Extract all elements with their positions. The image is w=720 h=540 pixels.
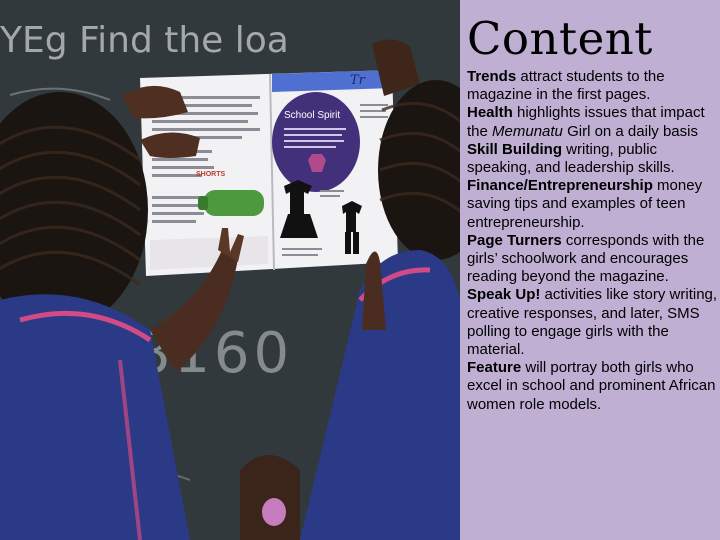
magazine-tab: Tr xyxy=(350,73,366,88)
item-term: Trends xyxy=(467,68,517,85)
magazine-heading: School Spirit xyxy=(284,110,340,121)
list-item-finance: Finance/Entrepreneurship money saving ti… xyxy=(467,177,719,232)
list-item-page-turners: Page Turners corresponds with the girls’… xyxy=(467,232,719,287)
bottle-image xyxy=(204,190,264,216)
list-item-speak-up: Speak Up! activities like story writing,… xyxy=(467,286,719,359)
content-list: Trends attract students to the magazine … xyxy=(467,68,719,414)
slide-title: Content xyxy=(467,12,653,65)
item-term: Finance/Entrepreneurship xyxy=(467,177,653,195)
list-item-skill-building: Skill Building writing, public speaking,… xyxy=(467,141,719,177)
item-description: Girl on a daily basis xyxy=(562,122,698,140)
list-item-feature: Feature will portray both girls who exce… xyxy=(467,359,719,414)
item-emphasis: Memunatu xyxy=(492,122,563,140)
item-term: Page Turners xyxy=(467,231,562,249)
chalk-text-top: YEg Find the loa xyxy=(0,20,289,61)
classroom-photo: YEg Find the loa 78160 SHORTS xyxy=(0,0,460,540)
item-term: Skill Building xyxy=(467,140,563,158)
item-term: Health xyxy=(467,104,513,122)
slide: YEg Find the loa 78160 SHORTS xyxy=(0,0,720,540)
magazine-label: SHORTS xyxy=(196,171,226,178)
item-term: Feature xyxy=(467,359,522,377)
item-term: Speak Up! xyxy=(467,286,541,304)
list-item-health: Health highlights issues that impact the… xyxy=(467,104,719,140)
content-panel: Content Trends attract students to the m… xyxy=(460,0,720,540)
list-item-trends: Trends attract students to the magazine … xyxy=(467,68,719,104)
photo-illustration: YEg Find the loa 78160 SHORTS xyxy=(0,0,460,540)
